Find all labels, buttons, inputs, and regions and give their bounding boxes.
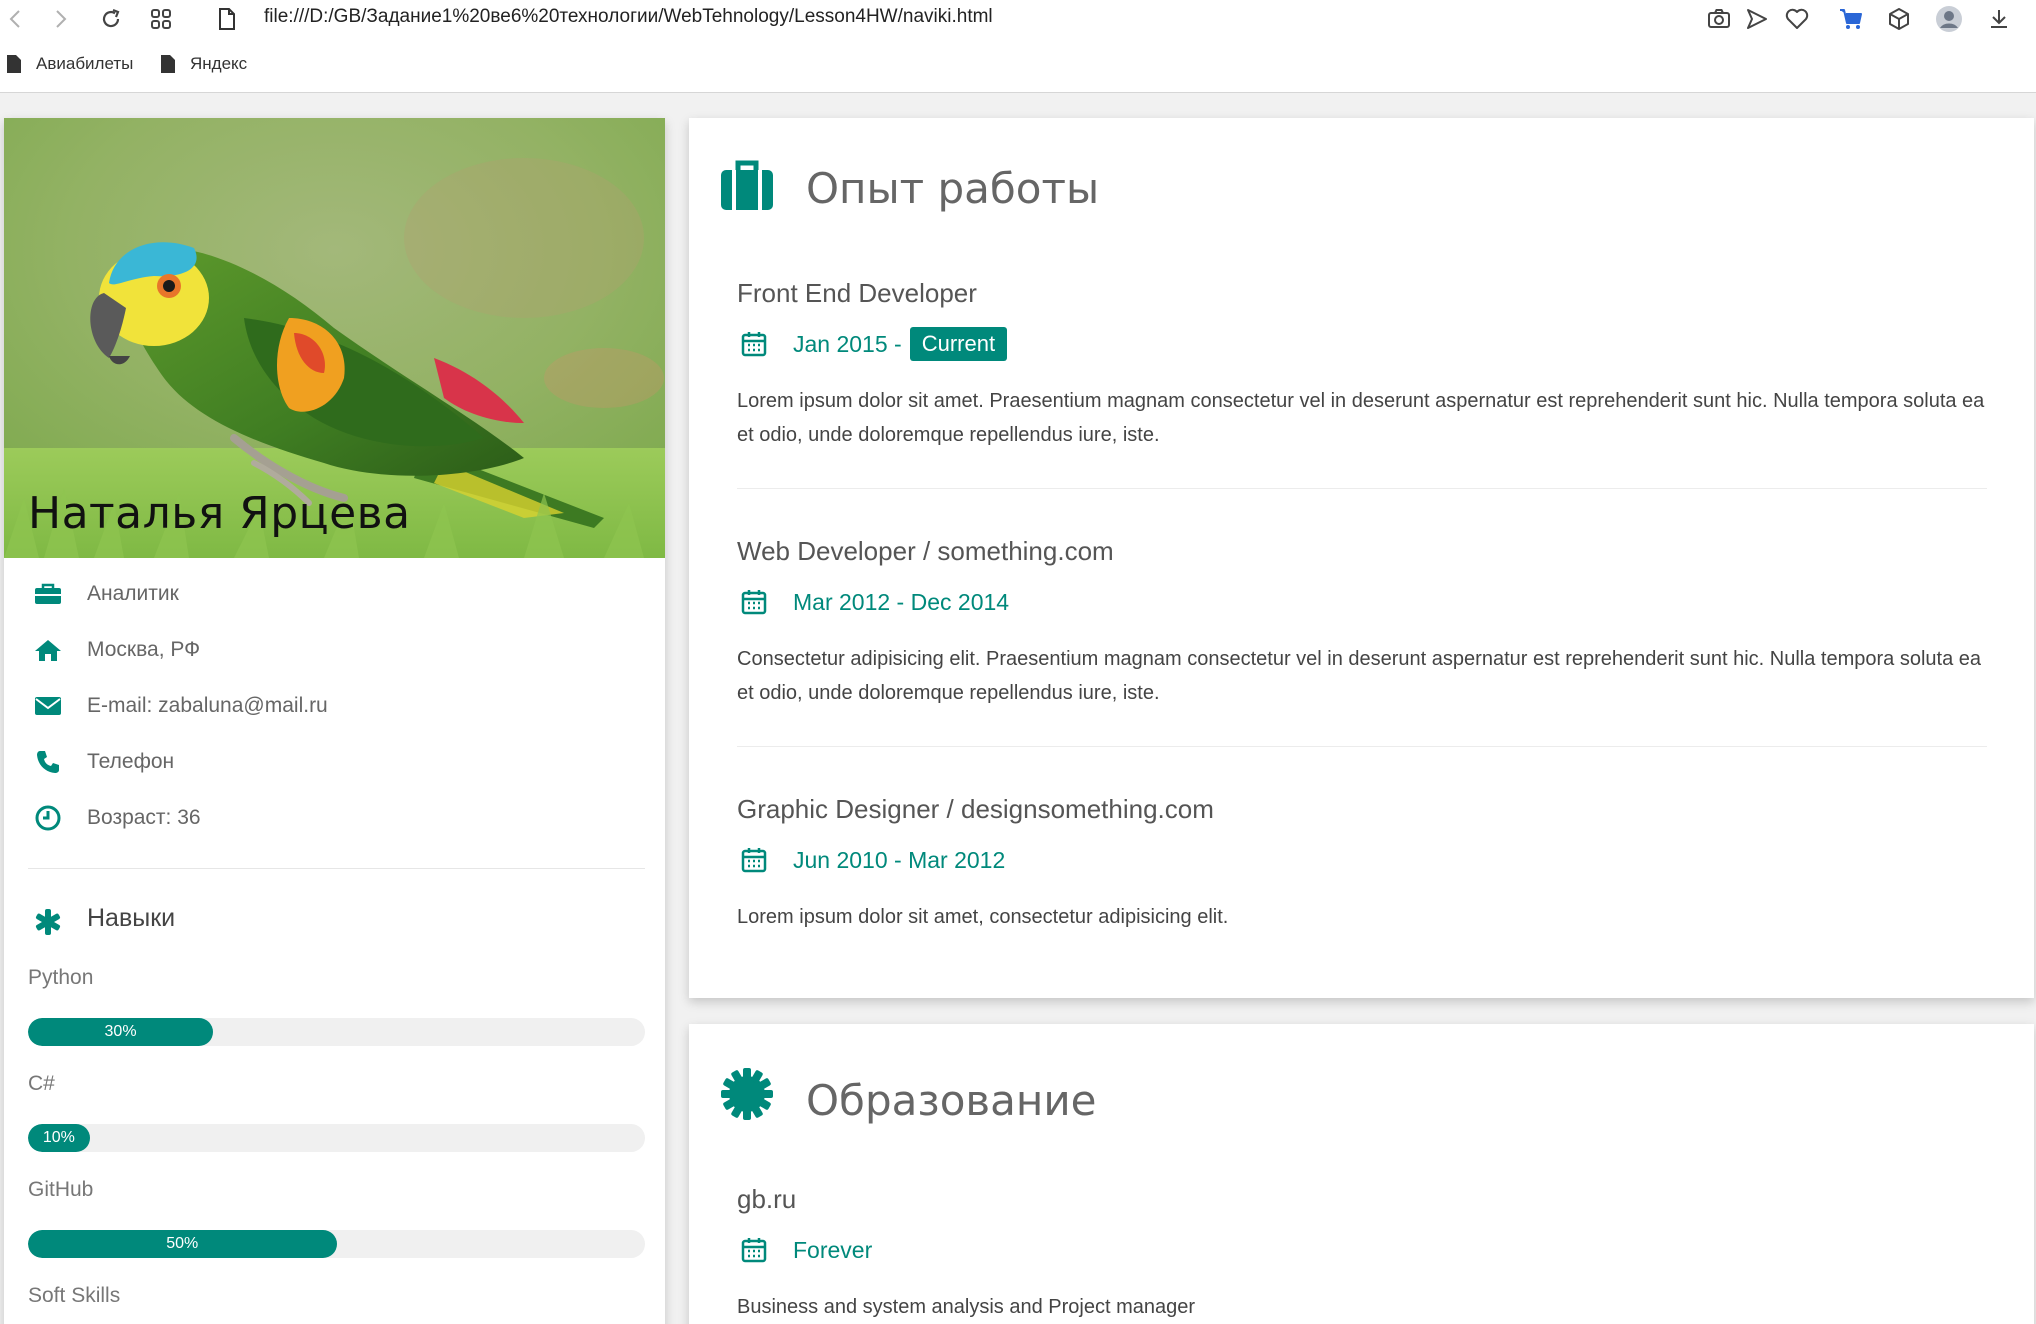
file-icon: [219, 8, 235, 30]
bookmark-label: Авиабилеты: [36, 54, 134, 73]
info-text: E-mail: zabaluna@mail.ru: [87, 694, 328, 717]
info-text: Возраст: 36: [87, 806, 201, 829]
job-date: Jan 2015 - Current: [737, 326, 1008, 362]
profile-avatar-icon[interactable]: [1934, 4, 1964, 34]
heart-icon[interactable]: [1782, 4, 1812, 34]
date-range: Jan 2015 -: [793, 330, 902, 357]
job-date: Mar 2012 - Dec 2014: [737, 584, 1009, 620]
job-title: Front End Developer: [737, 278, 977, 308]
skill-name: C#: [28, 1072, 55, 1095]
bookmark-yandex[interactable]: Яндекс: [160, 54, 247, 74]
send-icon[interactable]: [1742, 4, 1772, 34]
skill-name: Python: [28, 966, 94, 989]
divider: [737, 488, 1987, 489]
info-text: Телефон: [87, 750, 175, 773]
experience-card: Опыт работы Front End Developer Jan 2015…: [689, 118, 2034, 998]
job-title: Graphic Designer / designsomething.com: [737, 794, 1214, 824]
info-row-phone: Телефон: [4, 742, 644, 782]
skill-progress-fill: 50%: [28, 1230, 337, 1258]
skill-progress-fill: 30%: [28, 1018, 214, 1046]
address-bar[interactable]: file:///D:/GB/Задание1%20ве6%20технологи…: [264, 6, 993, 28]
divider: [28, 868, 645, 869]
job-description: Lorem ipsum dolor sit amet, consectetur …: [737, 906, 1229, 928]
info-row-job: Аналитик: [4, 574, 644, 614]
home-icon: [32, 634, 64, 666]
package-icon[interactable]: [1884, 4, 1914, 34]
briefcase-icon: [32, 578, 64, 610]
job-description: Lorem ipsum dolor sit amet. Praesentium …: [737, 390, 1985, 446]
education-description: Business and system analysis and Project…: [737, 1296, 1196, 1318]
profile-name: Наталья Ярцева: [28, 488, 411, 539]
education-date: Forever: [737, 1232, 872, 1268]
date-range: Forever: [793, 1236, 873, 1263]
job-date: Jun 2010 - Mar 2012: [737, 842, 1005, 878]
calendar-icon: [741, 332, 767, 357]
certificate-icon: [721, 1068, 773, 1120]
briefcase-icon: [721, 160, 773, 210]
file-icon: [7, 55, 21, 73]
info-row-email: E-mail: zabaluna@mail.ru: [4, 686, 644, 726]
skill-name: GitHub: [28, 1178, 94, 1201]
back-icon[interactable]: [0, 4, 30, 34]
info-row-age: Возраст: 36: [4, 798, 644, 838]
current-badge: Current: [909, 327, 1008, 361]
download-icon[interactable]: [1984, 4, 2014, 34]
profile-photo: Наталья Ярцева: [4, 118, 665, 558]
page-content: Наталья Ярцева Аналитик Москва, РФ E-mai…: [0, 94, 2036, 1324]
forward-icon[interactable]: [46, 4, 76, 34]
skill-progress-bar: 30%: [28, 1018, 645, 1046]
reload-icon[interactable]: [96, 4, 126, 34]
job-title: Web Developer / something.com: [737, 536, 1114, 566]
date-range: Jun 2010 - Mar 2012: [793, 846, 1006, 873]
browser-toolbar: file:///D:/GB/Задание1%20ве6%20технологи…: [0, 0, 2036, 38]
camera-icon[interactable]: [1704, 4, 1734, 34]
bookmark-label: Яндекс: [190, 54, 248, 73]
calendar-icon: [741, 1238, 767, 1263]
education-school: gb.ru: [737, 1184, 797, 1214]
calendar-icon: [741, 590, 767, 615]
cart-icon[interactable]: [1836, 4, 1866, 34]
date-range: Mar 2012 - Dec 2014: [793, 588, 1010, 615]
experience-title: Опыт работы: [806, 164, 1100, 213]
browser-chrome: file:///D:/GB/Задание1%20ве6%20технологи…: [0, 0, 2036, 93]
phone-icon: [32, 746, 64, 778]
calendar-icon: [741, 848, 767, 873]
education-card: Образование gb.ru Forever Business and s…: [689, 1024, 2034, 1324]
divider: [737, 746, 1987, 747]
envelope-icon: [32, 690, 64, 722]
info-row-location: Москва, РФ: [4, 630, 644, 670]
bookmark-aviabilety[interactable]: Авиабилеты: [6, 54, 133, 74]
skill-progress-fill: 10%: [28, 1124, 90, 1152]
file-icon: [161, 55, 175, 73]
tabs-grid-icon[interactable]: [146, 4, 176, 34]
skills-title: Навыки: [87, 904, 176, 932]
bookmarks-bar: Авиабилеты Яндекс: [0, 52, 2036, 82]
job-description: Consectetur adipisicing elit. Praesentiu…: [737, 648, 1981, 704]
info-text: Аналитик: [87, 582, 179, 605]
education-title: Образование: [806, 1076, 1097, 1125]
clock-icon: [32, 802, 64, 834]
profile-card: Наталья Ярцева Аналитик Москва, РФ E-mai…: [4, 118, 665, 1324]
skill-progress-bar: 50%: [28, 1230, 645, 1258]
asterisk-icon: [35, 909, 61, 935]
skill-name: Soft Skills: [28, 1284, 121, 1307]
skill-progress-bar: 10%: [28, 1124, 645, 1152]
info-text: Москва, РФ: [87, 638, 201, 661]
